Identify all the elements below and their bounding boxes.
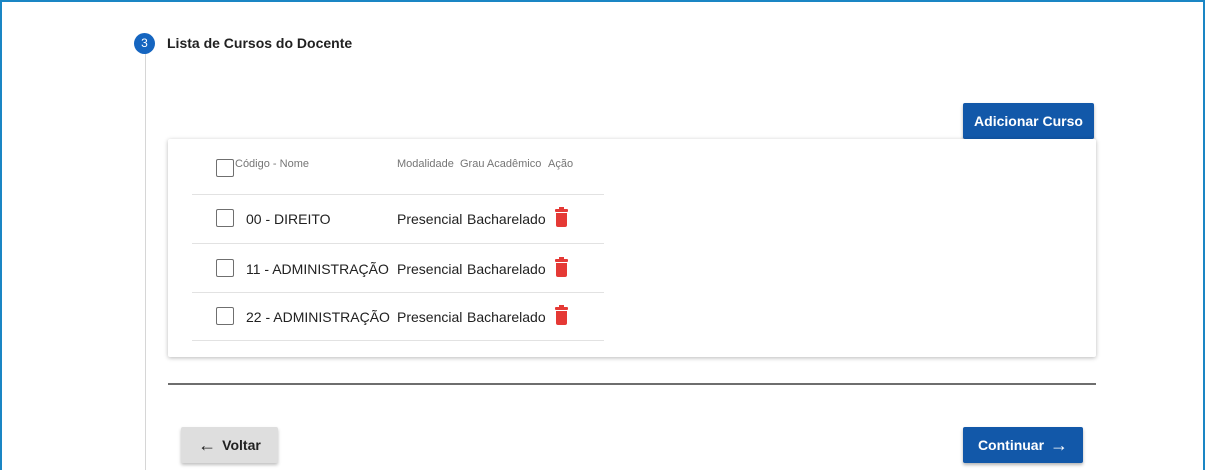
row-checkbox[interactable] xyxy=(216,209,234,227)
trash-icon[interactable] xyxy=(555,257,568,277)
course-modality: Presencial xyxy=(397,211,463,227)
row-divider xyxy=(192,292,604,293)
header-code-name: Código - Nome xyxy=(235,158,309,170)
course-modality: Presencial xyxy=(397,309,463,325)
course-degree: Bacharelado xyxy=(467,309,546,325)
step-number-badge: 3 xyxy=(134,33,155,54)
section-divider xyxy=(168,383,1096,385)
courses-table-card: Código - Nome Modalidade Grau Acadêmico … xyxy=(168,139,1096,357)
header-action: Ação xyxy=(548,158,574,170)
row-divider xyxy=(192,243,604,244)
trash-icon[interactable] xyxy=(555,305,568,325)
continue-button-label: Continuar xyxy=(977,437,1045,453)
arrow-right-icon: → xyxy=(1050,435,1069,455)
header-modality: Modalidade xyxy=(397,158,454,170)
course-modality: Presencial xyxy=(397,261,463,277)
trash-icon[interactable] xyxy=(555,207,568,227)
course-degree: Bacharelado xyxy=(467,211,546,227)
back-button-label: Voltar xyxy=(222,437,261,453)
step-title: Lista de Cursos do Docente xyxy=(167,35,353,51)
course-degree: Bacharelado xyxy=(467,261,546,277)
row-divider xyxy=(192,340,604,341)
header-degree: Grau Acadêmico xyxy=(460,158,542,170)
course-code-name: 00 - DIREITO xyxy=(246,211,331,227)
arrow-left-icon: ← xyxy=(198,435,217,455)
row-divider xyxy=(192,194,604,195)
continue-button[interactable]: Continuar → xyxy=(963,427,1083,463)
row-checkbox[interactable] xyxy=(216,307,234,325)
select-all-checkbox[interactable] xyxy=(216,159,234,177)
course-code-name: 11 - ADMINISTRAÇÃO xyxy=(246,261,389,277)
back-button[interactable]: ← Voltar xyxy=(181,427,278,463)
course-code-name: 22 - ADMINISTRAÇÃO xyxy=(246,309,390,325)
row-checkbox[interactable] xyxy=(216,259,234,277)
stepper-line xyxy=(145,52,146,470)
add-course-button[interactable]: Adicionar Curso xyxy=(963,103,1094,139)
